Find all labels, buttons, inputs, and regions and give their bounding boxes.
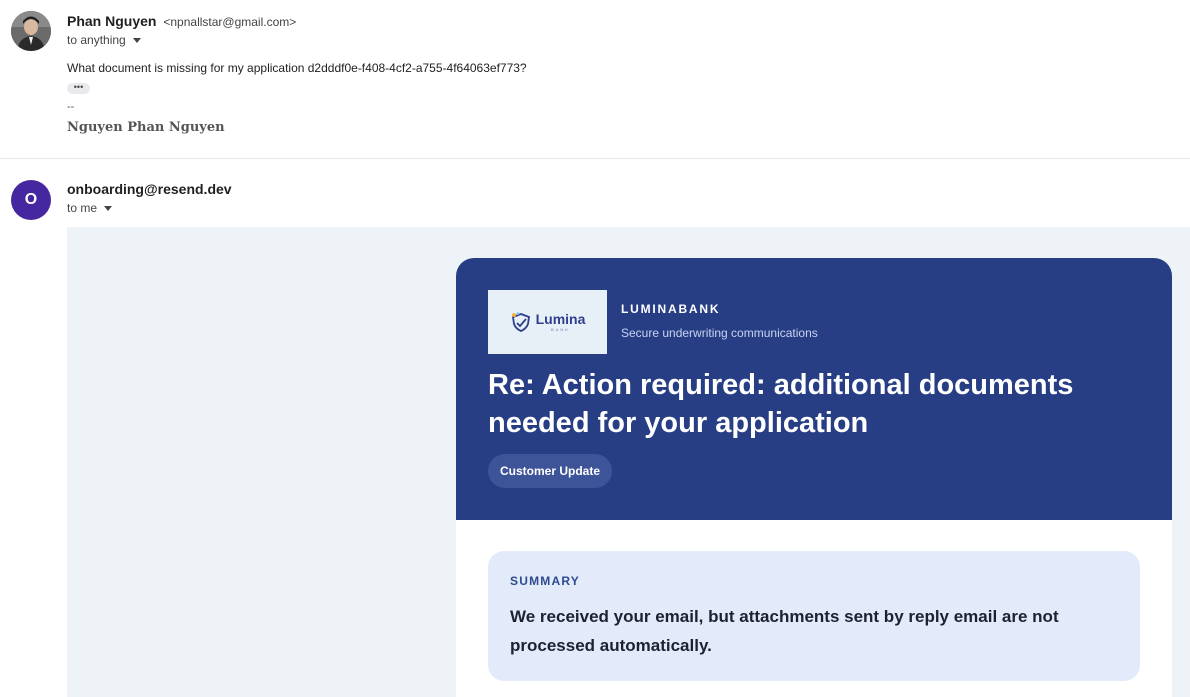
sender-avatar[interactable]: O xyxy=(11,180,51,220)
brand-tagline: Secure underwriting communications xyxy=(621,326,818,340)
chevron-down-icon xyxy=(132,38,141,43)
customer-update-badge: Customer Update xyxy=(488,454,613,488)
summary-text: We received your email, but attachments … xyxy=(510,607,1059,655)
sender-line: Phan Nguyen <npnallstar@gmail.com> xyxy=(67,13,296,29)
bank-logo: Lumina BANK xyxy=(488,290,607,354)
email-title: Re: Action required: additional document… xyxy=(488,369,1074,439)
email-message-1: Phan Nguyen <npnallstar@gmail.com> to an… xyxy=(0,0,1190,159)
chevron-down-icon xyxy=(104,206,113,211)
email-card-header: Lumina BANK LUMINABANK Secure underwriti… xyxy=(456,258,1172,520)
person-photo-icon xyxy=(11,11,51,51)
summary-label: SUMMARY xyxy=(510,574,580,588)
sender-avatar-photo[interactable] xyxy=(11,11,51,51)
recipient-dropdown[interactable]: to anything xyxy=(67,33,141,47)
recipient-label: to anything xyxy=(67,33,126,47)
email-card-body: SUMMARY We received your email, but atta… xyxy=(456,520,1172,697)
recipient-label: to me xyxy=(67,201,98,215)
message-body: What document is missing for my applicat… xyxy=(67,61,527,75)
sender-email-address[interactable]: onboarding@resend.dev xyxy=(67,181,232,197)
show-trimmed-content-button[interactable]: ••• xyxy=(67,83,90,94)
logo-subtext: BANK xyxy=(551,327,570,332)
signature-name: Nguyen Phan Nguyen xyxy=(67,120,225,135)
brand-name: LUMINABANK xyxy=(621,302,721,316)
summary-box: SUMMARY We received your email, but atta… xyxy=(488,551,1140,681)
sender-name[interactable]: Phan Nguyen xyxy=(67,13,156,29)
recipient-dropdown[interactable]: to me xyxy=(67,201,113,215)
sender-email: <npnallstar@gmail.com> xyxy=(163,15,297,29)
signature-separator: -- xyxy=(67,101,75,113)
logo-wordmark: Lumina xyxy=(535,311,586,327)
shield-logo-icon xyxy=(511,312,530,332)
